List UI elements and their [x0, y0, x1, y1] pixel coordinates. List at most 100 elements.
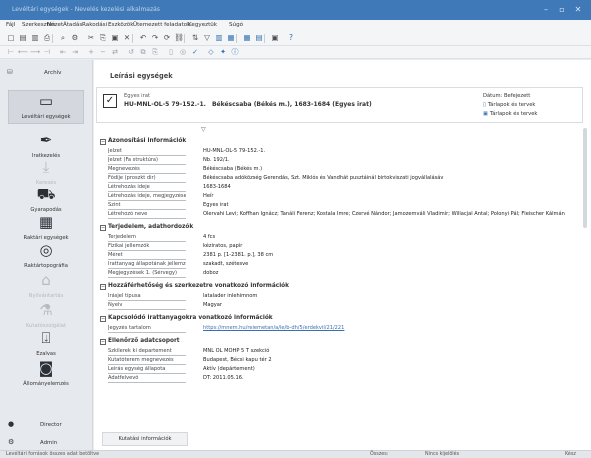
back-icon[interactable]: ⇤ — [58, 47, 68, 57]
sidebar-item[interactable]: ▭ Levéltári egységek — [8, 90, 84, 124]
link-icon[interactable]: ⛓ — [174, 33, 184, 43]
archive-icon[interactable]: ⛁ — [7, 68, 13, 76]
last-icon[interactable]: ⊣ — [42, 47, 52, 57]
field-row: Leírás egység állapota Aktív (depártement… — [108, 366, 583, 375]
sidebar-footer-item[interactable]: ⚙ Admin — [0, 436, 93, 450]
collapse-toggle-icon[interactable]: − — [100, 339, 106, 345]
cut-icon[interactable]: ✂ — [86, 33, 96, 43]
section-header[interactable]: − Terjedelem, adathordozók — [100, 224, 193, 231]
move-icon[interactable]: ⇄ — [110, 47, 120, 57]
sidebar-footer-item[interactable]: ● Director — [0, 418, 93, 432]
view-icon[interactable]: ▣ — [270, 33, 280, 43]
attach-icon[interactable]: ⎘ — [150, 47, 160, 57]
sidebar-item[interactable]: ⌂ Nyilvántartás — [8, 270, 84, 304]
field-row: Megnevezés Békéscsaba (Békés m.) — [108, 166, 583, 175]
menu-item[interactable]: Nézet — [47, 22, 63, 28]
clone-icon[interactable]: ⧉ — [138, 47, 148, 57]
save-icon[interactable]: ▤ — [18, 33, 28, 43]
truck-icon: ⛟ — [36, 185, 56, 203]
menu-item[interactable]: Rakodási — [82, 22, 107, 28]
new-doc-icon[interactable]: ▢ — [6, 33, 16, 43]
field-label: Jegyzés tartalom — [108, 325, 186, 333]
redo-icon[interactable]: ↷ — [150, 33, 160, 43]
tab-research-info[interactable]: Kutatási információk — [102, 432, 188, 446]
scrollbar-thumb[interactable] — [583, 128, 587, 228]
minimize-icon[interactable]: – — [540, 4, 552, 15]
next-icon[interactable]: ⟶ — [30, 47, 40, 57]
field-label: Kutatóterem megnevezés — [108, 357, 186, 365]
tarlap-link-2[interactable]: ▣ Tárlapok és tervek — [483, 111, 537, 117]
menu-item[interactable]: Kegyeztük — [188, 22, 217, 28]
first-icon[interactable]: ⊢ — [6, 47, 16, 57]
field-label: Terjedelem — [108, 234, 186, 242]
maximize-icon[interactable]: ▫ — [556, 4, 568, 15]
close-icon[interactable]: ✕ — [572, 4, 584, 15]
filter-icon[interactable]: ▽ — [202, 33, 212, 43]
forward-icon[interactable]: ⇥ — [70, 47, 80, 57]
section-header[interactable]: − Hozzáférhetőség és szerkezetre vonatkoz… — [100, 283, 289, 290]
field-row: Szkilerek ki departement MNL OL MOHP 5 T … — [108, 348, 583, 357]
tarlap-link-1[interactable]: ▯ Tárlapok és tervek — [483, 102, 535, 108]
columns-icon[interactable]: ▥ — [214, 33, 224, 43]
copy-icon[interactable]: ⎘ — [98, 33, 108, 43]
collapse-toggle-icon[interactable]: − — [100, 139, 106, 145]
info-icon[interactable]: ⓘ — [230, 47, 240, 57]
table-icon[interactable]: ▤ — [254, 33, 264, 43]
grid-icon[interactable]: ▦ — [242, 33, 252, 43]
record-card[interactable]: ✓ Egyes irat HU-MNL-OL-5 79-152.-1. Békés… — [96, 87, 583, 123]
star-icon[interactable]: ✦ — [218, 47, 228, 57]
field-label: Létrehozó neve — [108, 211, 186, 219]
refresh-icon[interactable]: ⟳ — [162, 33, 172, 43]
section-header[interactable]: − Azonosítási információk — [100, 138, 186, 145]
section-title: Terjedelem, adathordozók — [108, 224, 194, 230]
field-value: doboz — [203, 270, 219, 276]
menu-item[interactable]: Átadás — [63, 22, 82, 28]
toolbar-separator — [236, 34, 237, 43]
menu-item[interactable]: Ütemezett feladatok — [133, 22, 190, 28]
field-row: Fizikai jellemzők kéziratos, papír — [108, 243, 583, 252]
paste-icon[interactable]: ▣ — [110, 33, 120, 43]
lock-icon[interactable]: ▯ — [166, 47, 176, 57]
field-label: Adatfelvevő — [108, 375, 186, 383]
field-row: Jelzet (Fa struktúra) Nb. 192/1. — [108, 157, 583, 166]
menu-item[interactable]: Súgó — [229, 22, 243, 28]
prev-icon[interactable]: ⟵ — [18, 47, 28, 57]
settings-icon[interactable]: ⚙ — [70, 33, 80, 43]
collapse-toggle-icon[interactable]: − — [100, 225, 106, 231]
export-table-icon[interactable]: ▦ — [226, 33, 236, 43]
help-icon[interactable]: ? — [286, 33, 296, 43]
field-label: Leírás egység állapota — [108, 366, 186, 374]
menu-item[interactable]: Eszközök — [108, 22, 133, 28]
unlock-icon[interactable]: ◎ — [178, 47, 188, 57]
field-value: Békéscsaba (Békés m.) — [203, 166, 263, 172]
remove-icon[interactable]: − — [98, 47, 108, 57]
print-icon[interactable]: ▥ — [30, 33, 40, 43]
field-row: Megjegyzések 1. (Sérvegy) doboz — [108, 270, 583, 279]
toolbar-separator — [184, 34, 185, 43]
collapse-arrow-icon[interactable]: ▽ — [201, 126, 206, 133]
search-icon[interactable]: ⌕ — [58, 33, 68, 43]
section-header[interactable]: − Kapcsolódó irattanyagokra vonatkozó inf… — [100, 315, 273, 322]
add-icon[interactable]: + — [86, 47, 96, 57]
sidebar-item[interactable]: ◎ Raktártopográfia — [8, 240, 84, 274]
section-header[interactable]: − Ellenőrző adatcsoport — [100, 338, 180, 345]
collapse-toggle-icon[interactable]: − — [100, 316, 106, 322]
document-icon: ▯ — [483, 102, 486, 108]
sort-icon[interactable]: ⇅ — [190, 33, 200, 43]
delete-icon[interactable]: ✕ — [122, 33, 132, 43]
field-row: Jegyzés tartalom https://mnem.hu/reiemeta… — [108, 325, 583, 334]
menu-item[interactable]: Fájl — [6, 22, 15, 28]
sidebar-item[interactable]: ⍗ Ezalvas — [8, 328, 84, 362]
collapse-toggle-icon[interactable]: − — [100, 284, 106, 290]
checkmark-icon[interactable]: ✓ — [103, 94, 117, 108]
undo-icon[interactable]: ↶ — [138, 33, 148, 43]
page-title: Leírási egységek — [110, 72, 173, 80]
sidebar-item[interactable]: ◙ Állományelemzés — [8, 358, 84, 392]
export-icon[interactable]: ⎙ — [42, 33, 52, 43]
check-icon[interactable]: ✓ — [190, 47, 200, 57]
tag-icon[interactable]: ◇ — [206, 47, 216, 57]
field-row: Nyelv Magyar — [108, 302, 583, 311]
mailbox-icon: ⍗ — [41, 329, 51, 347]
field-link[interactable]: https://mnem.hu/reiemetan/a/le/b-dh/5/er… — [203, 325, 344, 331]
restore-icon[interactable]: ↺ — [126, 47, 136, 57]
